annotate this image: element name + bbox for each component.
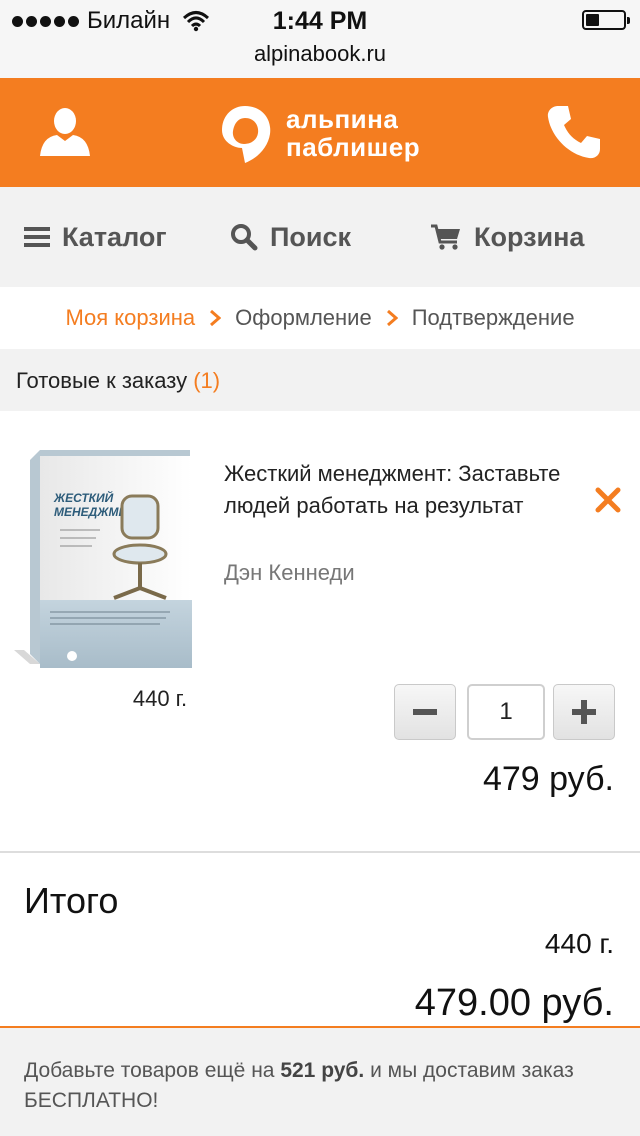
divider <box>0 851 640 853</box>
logo-line-1: альпина <box>286 104 399 134</box>
logo[interactable]: альпина паблишер <box>212 100 432 166</box>
plus-icon <box>572 700 596 724</box>
menu-icon <box>24 227 50 247</box>
url-bar[interactable]: alpinabook.ru <box>0 40 640 78</box>
user-icon[interactable] <box>38 104 92 158</box>
total-sum: 479.00 руб. <box>414 982 614 1024</box>
search-icon <box>231 224 258 251</box>
nav-catalog-label: Каталог <box>62 221 167 252</box>
site-header: альпина паблишер <box>0 78 640 187</box>
cover-title-line-1: ЖЕСТКИЙ <box>53 489 114 505</box>
nav-search[interactable]: Поиск <box>230 187 351 287</box>
crumb-confirmation[interactable]: Подтверждение <box>412 305 575 331</box>
remove-item-icon[interactable] <box>594 486 622 514</box>
chevron-right-icon <box>210 309 222 327</box>
item-title[interactable]: Жесткий менеджмент: Заставьте людей рабо… <box>224 458 584 522</box>
total-label: Итого <box>24 880 119 921</box>
logo-text: альпина паблишер <box>286 105 420 161</box>
ready-to-order-header: Готовые к заказу (1) <box>0 349 640 411</box>
battery-icon <box>582 10 630 30</box>
clock: 1:44 PM <box>272 7 368 35</box>
phone-icon[interactable] <box>544 102 604 162</box>
chevron-right-icon <box>386 309 398 327</box>
battery-level <box>586 14 599 26</box>
logo-line-2: паблишер <box>286 132 421 162</box>
section-label: Готовые к заказу <box>16 368 188 393</box>
free-delivery-note: Добавьте товаров ещё на 521 руб. и мы до… <box>0 1028 640 1136</box>
nav-cart-label: Корзина <box>474 221 585 252</box>
status-bar: Билайн 1:44 PM <box>0 0 640 40</box>
note-amount: 521 руб. <box>280 1059 365 1082</box>
nav-catalog[interactable]: Каталог <box>24 187 167 287</box>
crumb-checkout[interactable]: Оформление <box>235 305 372 331</box>
minus-icon <box>413 709 437 715</box>
nav-cart[interactable]: Корзина <box>430 187 584 287</box>
decrease-quantity-button[interactable] <box>394 684 456 740</box>
logo-mark-icon <box>222 106 271 163</box>
checkout-breadcrumb: Моя корзина Оформление Подтверждение <box>0 287 640 349</box>
section-count: (1) <box>193 368 221 393</box>
note-prefix: Добавьте товаров ещё на <box>24 1059 275 1082</box>
main-nav: Каталог Поиск Корзина <box>0 187 640 287</box>
crumb-my-cart[interactable]: Моя корзина <box>65 305 195 331</box>
cart-icon <box>431 224 460 250</box>
quantity-input[interactable]: 1 <box>467 684 545 740</box>
nav-search-label: Поиск <box>270 221 352 252</box>
book-cover-image[interactable]: ЖЕСТКИЙ МЕНЕДЖМЕНТ <box>10 450 196 670</box>
increase-quantity-button[interactable] <box>553 684 615 740</box>
total-weight: 440 г. <box>544 928 614 959</box>
item-author[interactable]: Дэн Кеннеди <box>224 560 355 586</box>
item-weight: 440 г. <box>132 686 188 711</box>
item-price: 479 руб. <box>482 760 614 798</box>
